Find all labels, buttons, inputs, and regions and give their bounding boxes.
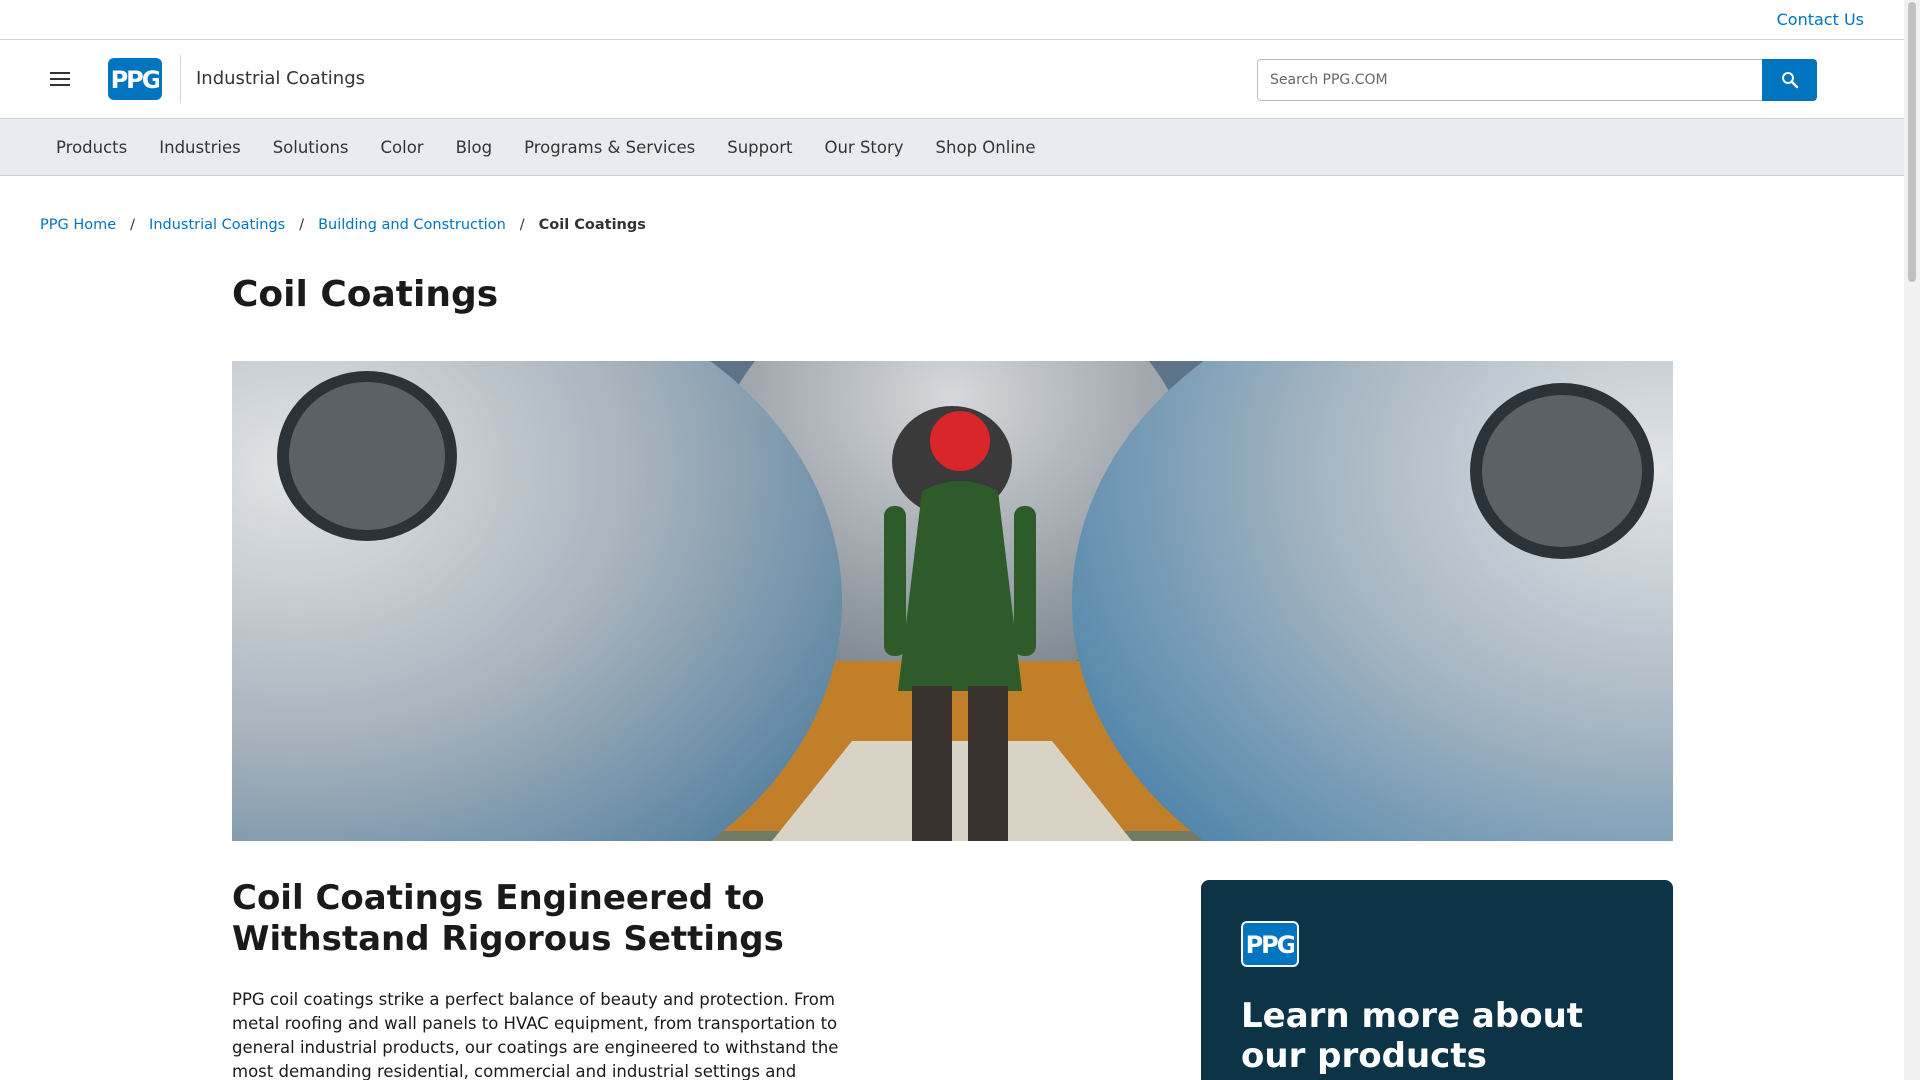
nav-item-color[interactable]: Color [381, 138, 424, 157]
search-input[interactable] [1257, 59, 1762, 101]
nav-item-shop-online[interactable]: Shop Online [936, 138, 1036, 157]
breadcrumb-separator: / [519, 217, 525, 233]
breadcrumb-separator: / [130, 217, 136, 233]
breadcrumb: PPG Home / Industrial Coatings / Buildin… [40, 217, 646, 233]
page: Contact Us PPG Industrial Coatings Produ… [0, 0, 1904, 1080]
breadcrumb-current: Coil Coatings [538, 217, 646, 233]
ppg-logo[interactable]: PPG [108, 58, 162, 100]
breadcrumb-link-ppg-home[interactable]: PPG Home [40, 217, 116, 233]
utility-bar: Contact Us [0, 0, 1904, 40]
search-icon [1781, 72, 1798, 89]
site-name[interactable]: Industrial Coatings [196, 68, 365, 89]
search-button[interactable] [1762, 59, 1817, 101]
learn-more-card[interactable]: PPG Learn more about our products [1201, 880, 1673, 1080]
contact-us-link[interactable]: Contact Us [1777, 10, 1864, 29]
ppg-logo-card: PPG [1241, 921, 1299, 967]
search-bar [1257, 59, 1817, 101]
main-header: PPG Industrial Coatings [0, 40, 1904, 119]
breadcrumb-link-industrial-coatings[interactable]: Industrial Coatings [149, 217, 285, 233]
nav-item-support[interactable]: Support [727, 138, 792, 157]
nav-item-industries[interactable]: Industries [159, 138, 240, 157]
header-divider [180, 55, 181, 103]
hamburger-menu-icon[interactable] [50, 67, 78, 91]
svg-text:PPG: PPG [1246, 931, 1294, 959]
nav-item-products[interactable]: Products [56, 138, 127, 157]
card-title: Learn more about our products [1241, 996, 1584, 1076]
nav-item-programs-services[interactable]: Programs & Services [524, 138, 695, 157]
intro-paragraph: PPG coil coatings strike a perfect balan… [232, 990, 839, 1080]
page-title: Coil Coatings [232, 274, 499, 315]
nav-item-blog[interactable]: Blog [456, 138, 492, 157]
hero-image [232, 361, 1673, 841]
breadcrumb-link-building-construction[interactable]: Building and Construction [318, 217, 506, 233]
svg-text:PPG: PPG [111, 66, 159, 94]
main-nav: Products Industries Solutions Color Blog… [0, 119, 1904, 176]
nav-item-solutions[interactable]: Solutions [273, 138, 349, 157]
scrollbar-thumb[interactable] [1908, 2, 1916, 282]
nav-item-our-story[interactable]: Our Story [824, 138, 903, 157]
section-heading: Coil Coatings Engineered to Withstand Ri… [232, 878, 784, 959]
breadcrumb-separator: / [299, 217, 305, 233]
page-scrollbar[interactable] [1904, 0, 1920, 1080]
